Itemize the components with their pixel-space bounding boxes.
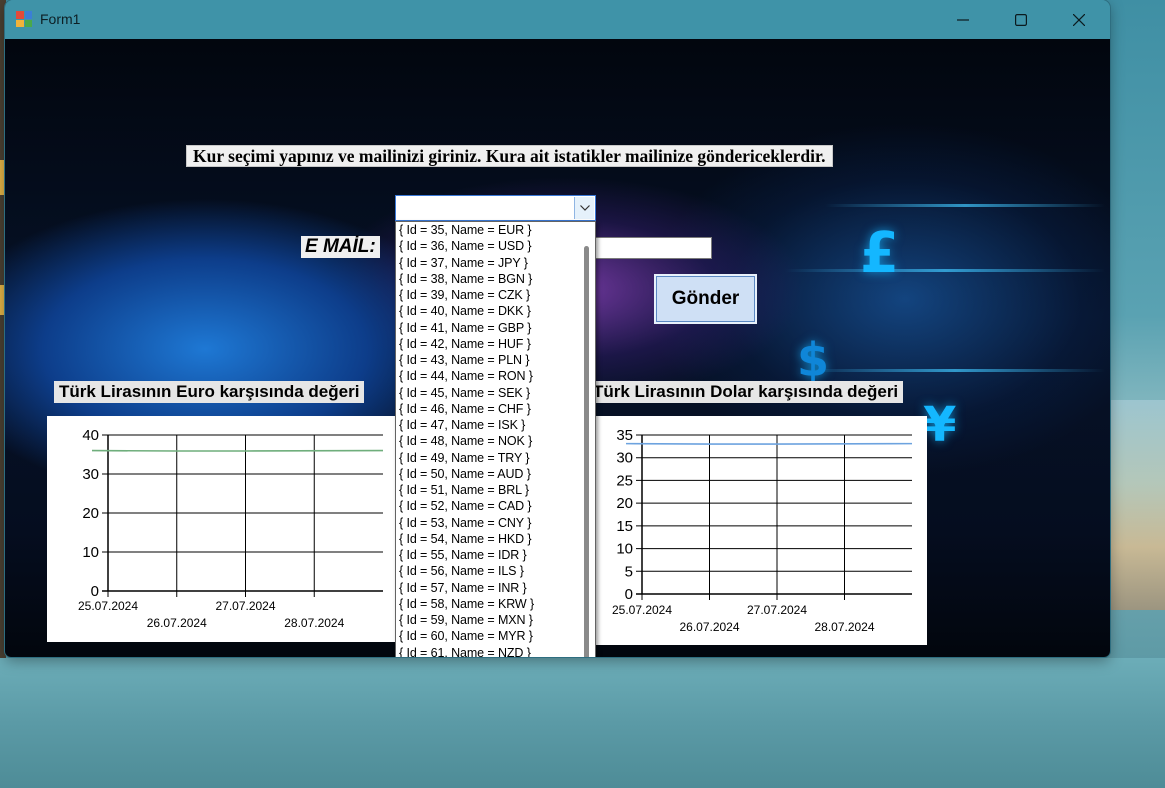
dropdown-option[interactable]: { Id = 58, Name = KRW } [396,596,576,612]
dropdown-option[interactable]: { Id = 61, Name = NZD } [396,645,576,658]
form-icon [16,11,32,27]
maximize-icon [1015,13,1027,26]
x-tick-label: 27.07.2024 [747,603,807,617]
x-tick-label: 26.07.2024 [147,616,207,630]
y-tick-label: 10 [82,544,99,561]
app-window: Form1 £ $ ¥ Kur seçimi yapınız ve mailin… [5,0,1110,657]
instruction-label: Kur seçimi yapınız ve mailinizi giriniz.… [186,145,833,167]
dollar-chart-caption: Türk Lirasının Dolar karşısında değeri [588,381,904,403]
dropdown-option[interactable]: { Id = 55, Name = IDR } [396,547,576,563]
email-input[interactable] [594,237,712,259]
dropdown-scrollbar[interactable] [578,222,595,657]
euro-chart: 0 10 20 30 40 25.07.2024 26.07.2024 27.07.2024 2… [47,416,397,642]
maximize-button[interactable] [992,0,1050,39]
y-tick-label: 30 [616,450,633,467]
dropdown-option[interactable]: { Id = 47, Name = ISK } [396,417,576,433]
dropdown-option[interactable]: { Id = 42, Name = HUF } [396,336,576,352]
close-button[interactable] [1050,0,1108,39]
x-tick-label: 26.07.2024 [679,620,739,634]
euro-chart-plot: 0 10 20 30 40 25.07.2024 26.07.2024 27.07.2024 2… [78,427,384,630]
y-tick-label: 0 [91,583,99,600]
scrollbar-thumb[interactable] [584,246,589,657]
dropdown-option[interactable]: { Id = 41, Name = GBP } [396,320,576,336]
dollar-chart: 0 5 10 15 20 25 30 35 25.07.2024 26.07.2024 27.07.… [592,416,927,645]
dropdown-option[interactable]: { Id = 36, Name = USD } [396,238,576,254]
dropdown-items: { Id = 35, Name = EUR }{ Id = 36, Name =… [396,222,576,657]
euro-chart-caption: Türk Lirasının Euro karşısında değeri [54,381,365,403]
combobox-dropdown-button[interactable] [574,197,594,219]
dropdown-option[interactable]: { Id = 48, Name = NOK } [396,433,576,449]
minimize-icon [957,18,969,21]
dropdown-option[interactable]: { Id = 44, Name = RON } [396,368,576,384]
y-tick-label: 10 [616,541,633,558]
email-label: E MAİL: [301,236,380,258]
close-icon [1073,13,1085,26]
dropdown-option[interactable]: { Id = 45, Name = SEK } [396,385,576,401]
y-tick-label: 0 [625,586,633,603]
x-tick-label: 25.07.2024 [78,599,138,613]
dropdown-option[interactable]: { Id = 35, Name = EUR } [396,222,576,238]
y-tick-label: 5 [625,563,633,580]
minimize-button[interactable] [934,0,992,39]
y-tick-label: 25 [616,472,633,489]
dollar-symbol: $ [797,333,830,387]
x-tick-label: 25.07.2024 [612,603,672,617]
y-tick-label: 15 [616,518,633,535]
dropdown-option[interactable]: { Id = 59, Name = MXN } [396,612,576,628]
dropdown-option[interactable]: { Id = 49, Name = TRY } [396,450,576,466]
dropdown-option[interactable]: { Id = 51, Name = BRL } [396,482,576,498]
yen-symbol: ¥ [923,397,957,453]
y-tick-label: 35 [616,427,633,444]
dropdown-option[interactable]: { Id = 50, Name = AUD } [396,466,576,482]
light-streak [785,269,1105,272]
chevron-down-icon [579,205,590,211]
title-bar[interactable]: Form1 [5,0,1110,39]
light-streak [825,204,1105,207]
dropdown-option[interactable]: { Id = 37, Name = JPY } [396,255,576,271]
pound-symbol: £ [860,221,899,286]
light-streak [805,369,1105,372]
x-tick-label: 27.07.2024 [215,599,275,613]
dropdown-option[interactable]: { Id = 43, Name = PLN } [396,352,576,368]
dropdown-option[interactable]: { Id = 38, Name = BGN } [396,271,576,287]
desktop-wallpaper [0,658,1165,788]
currency-dropdown-list[interactable]: { Id = 35, Name = EUR }{ Id = 36, Name =… [395,221,596,657]
form-client-area: £ $ ¥ Kur seçimi yapınız ve mailinizi gi… [5,39,1110,657]
dropdown-option[interactable]: { Id = 46, Name = CHF } [396,401,576,417]
send-button[interactable]: Gönder [654,274,757,324]
x-tick-label: 28.07.2024 [284,616,344,630]
currency-combobox[interactable] [395,195,596,221]
x-tick-label: 28.07.2024 [814,620,874,634]
window-title: Form1 [40,11,81,27]
dropdown-option[interactable]: { Id = 40, Name = DKK } [396,303,576,319]
y-tick-label: 30 [82,466,99,483]
y-tick-label: 20 [616,495,633,512]
dropdown-option[interactable]: { Id = 60, Name = MYR } [396,628,576,644]
desktop-wallpaper-landscape [1108,400,1165,610]
dropdown-option[interactable]: { Id = 52, Name = CAD } [396,498,576,514]
dropdown-option[interactable]: { Id = 56, Name = ILS } [396,563,576,579]
y-tick-label: 40 [82,427,99,444]
dropdown-option[interactable]: { Id = 53, Name = CNY } [396,515,576,531]
dropdown-option[interactable]: { Id = 39, Name = CZK } [396,287,576,303]
dropdown-option[interactable]: { Id = 57, Name = INR } [396,580,576,596]
dropdown-option[interactable]: { Id = 54, Name = HKD } [396,531,576,547]
dollar-chart-plot: 0 5 10 15 20 25 30 35 25.07.2024 26.07.2024 27.07.… [612,427,913,634]
y-tick-label: 20 [82,505,99,522]
